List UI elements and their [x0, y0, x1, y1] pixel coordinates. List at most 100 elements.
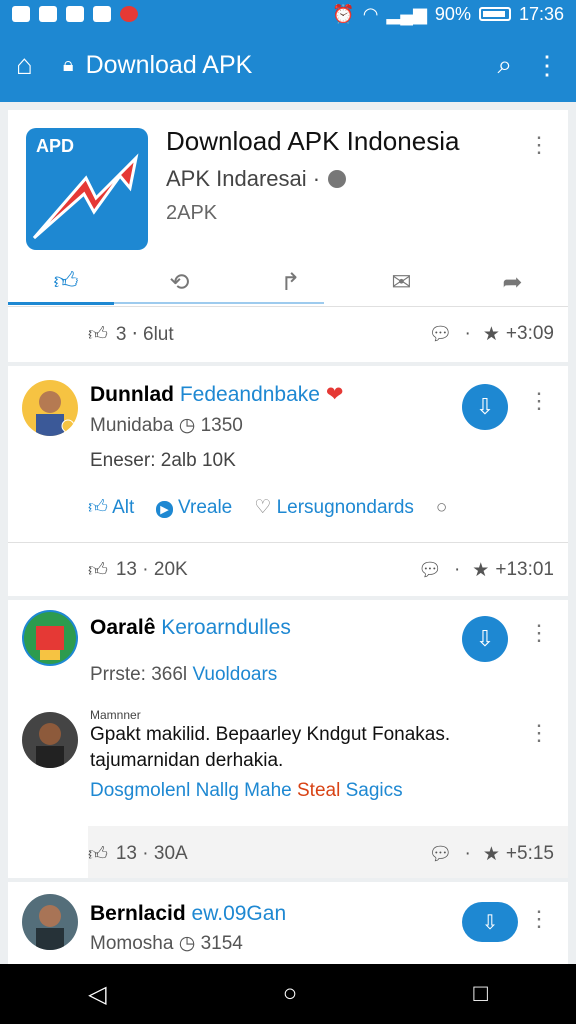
post-author: Dunnlad Fedeandnbake ❤ — [90, 382, 343, 407]
page-header-card: APD Download APK Indonesia APK Indaresai… — [8, 110, 568, 362]
post-meta: Momosha ◷ 3154 — [90, 933, 243, 954]
author-name[interactable]: Bernlacid — [90, 902, 186, 925]
app-bar-title: Download APK — [85, 50, 253, 79]
author-name[interactable]: Oaralê — [90, 616, 155, 639]
back-icon[interactable]: ◁ — [88, 980, 106, 1009]
like-icon[interactable]: 👍︎ — [88, 843, 108, 866]
reply-link[interactable]: Dosgmolenl Nallg Mahe — [90, 780, 292, 801]
recents-icon[interactable]: □ — [473, 980, 488, 1008]
post-time: +3:09 — [505, 323, 554, 344]
more-options-icon[interactable]: ⋮ — [528, 390, 550, 412]
like-tab-icon[interactable]: 👍︎ — [53, 268, 78, 296]
notification-icon — [39, 6, 57, 22]
tab-indicator — [8, 302, 114, 305]
app-bar: ⌂ 🔒︎ Download APK ⌕ ⋮ — [0, 28, 576, 102]
follow-icon: ⇩ — [475, 394, 495, 419]
author-name[interactable]: Dunnlad — [90, 383, 174, 406]
divider — [8, 306, 568, 307]
avatar[interactable] — [22, 894, 78, 950]
post-card: Dunnlad Fedeandnbake ❤ Munidaba ◷ 1350 ⇩… — [8, 366, 568, 596]
star-icon[interactable]: ★ — [483, 843, 500, 866]
wifi-icon: ◠ — [362, 3, 379, 24]
more-options-icon[interactable]: ⋮ — [534, 50, 560, 81]
share-tab-icon[interactable]: ⟲ — [169, 268, 189, 297]
home-icon[interactable]: ⌂ — [16, 49, 33, 81]
reply-link[interactable]: Sagics — [346, 780, 403, 801]
view-badge-icon: ▶ — [156, 500, 173, 518]
star-icon[interactable]: ★ — [483, 323, 500, 346]
more-options-icon[interactable]: ⋮ — [528, 134, 550, 156]
follow-button[interactable]: ⇩ — [462, 902, 518, 942]
post-author: Oaralê Keroarndulles — [90, 616, 291, 640]
follow-icon: ⇩ — [475, 626, 495, 651]
clock: 17:36 — [518, 3, 564, 24]
follow-button[interactable]: ⇩ — [462, 384, 508, 430]
post-stats: 👍︎ 13 · 30A 💬︎ · ★ +5:15 — [88, 842, 554, 866]
author-tag[interactable]: Keroarndulles — [161, 616, 291, 639]
separator: · — [453, 559, 461, 580]
comment-icon[interactable]: 💬︎ — [418, 558, 442, 582]
view-button[interactable]: ▶ Vreale — [156, 497, 232, 519]
system-nav-bar: ◁ ○ □ — [0, 964, 576, 1024]
author-tag[interactable]: Fedeandnbake — [180, 383, 320, 406]
reply-links: Dosgmolenl Nallg Mahe Steal Sagics — [90, 780, 403, 802]
notification-icon — [66, 6, 84, 22]
home-circle-icon[interactable]: ○ — [283, 980, 298, 1008]
page-name: Download APK Indonesia — [166, 126, 460, 156]
page-stats: 👍︎ 3 ⋅ 6lut 💬︎ · ★ +3:09 — [88, 322, 554, 346]
clock-icon: ◷ — [178, 933, 196, 954]
more-options-icon[interactable]: ⋮ — [528, 722, 550, 744]
comment-bubble-icon[interactable]: ○ — [436, 497, 447, 519]
globe-icon — [328, 170, 347, 188]
post-actions: 👍︎ Alt ▶ Vreale ♡ Lersugnondards ○ — [88, 496, 447, 519]
alarm-icon: ⏰ — [332, 3, 355, 24]
share-arrow-icon[interactable]: ➦ — [502, 268, 522, 297]
post-body: Eneser: 2alb 10K — [90, 450, 236, 471]
reply-avatar[interactable] — [22, 712, 78, 768]
lock-icon: 🔒︎ — [62, 53, 74, 76]
heart-icon: ❤ — [325, 383, 344, 406]
like-count: 3 ⋅ 6lut — [115, 323, 174, 345]
forward-tab-icon[interactable]: ↱ — [280, 268, 300, 297]
post-card: Bernlacid ew.09Gan Momosha ◷ 3154 ⇩ ⋮ — [8, 882, 568, 964]
separator: · — [464, 323, 471, 344]
heart-outline-icon: ♡ — [254, 497, 272, 518]
notification-icon — [120, 6, 138, 22]
battery-icon — [478, 7, 511, 21]
status-bar: ⏰ ◠ ▂▄▆ 90% 17:36 — [0, 0, 576, 28]
like-count: 13 · 20K — [115, 559, 188, 580]
separator: · — [464, 843, 471, 864]
reply-tag: Mamnner — [90, 708, 141, 722]
comment-icon[interactable]: 💬︎ — [428, 322, 452, 346]
reply-text: Gpakt makilid. Bepaarley Kndgut Fonakas.… — [90, 724, 451, 771]
post-time: +5:15 — [505, 843, 554, 864]
notification-icon — [93, 6, 111, 22]
avatar[interactable] — [22, 610, 78, 666]
like-button[interactable]: 👍︎ Alt — [88, 496, 134, 519]
follow-button[interactable]: ⇩ — [462, 616, 508, 662]
page-subtitle: APK Indaresai · — [166, 166, 347, 192]
author-tag[interactable]: ew.09Gan — [192, 902, 287, 925]
notification-icon — [12, 6, 30, 22]
logo-text: APD — [36, 136, 74, 156]
post-link[interactable]: Vuoldoars — [192, 664, 277, 685]
tab-indicator-secondary — [114, 302, 324, 304]
like-icon[interactable]: 👍︎ — [88, 323, 108, 346]
clock-icon: ◷ — [178, 415, 196, 436]
react-button[interactable]: ♡ Lersugnondards — [254, 496, 414, 519]
avatar[interactable] — [22, 380, 78, 436]
divider — [8, 542, 568, 543]
follow-icon: ⇩ — [481, 911, 499, 934]
message-tab-icon[interactable]: ✉ — [391, 268, 411, 297]
page-logo: APD — [26, 128, 148, 250]
search-icon[interactable]: ⌕ — [497, 49, 512, 81]
star-icon[interactable]: ★ — [472, 559, 489, 582]
post-author: Bernlacid ew.09Gan — [90, 902, 286, 926]
post-meta: Munidaba ◷ 1350 — [90, 415, 243, 436]
more-options-icon[interactable]: ⋮ — [528, 908, 550, 930]
battery-level: 90% — [434, 3, 471, 24]
like-icon[interactable]: 👍︎ — [88, 559, 108, 582]
more-options-icon[interactable]: ⋮ — [528, 622, 550, 644]
reply-link-red[interactable]: Steal — [297, 780, 340, 801]
comment-icon[interactable]: 💬︎ — [428, 842, 452, 866]
